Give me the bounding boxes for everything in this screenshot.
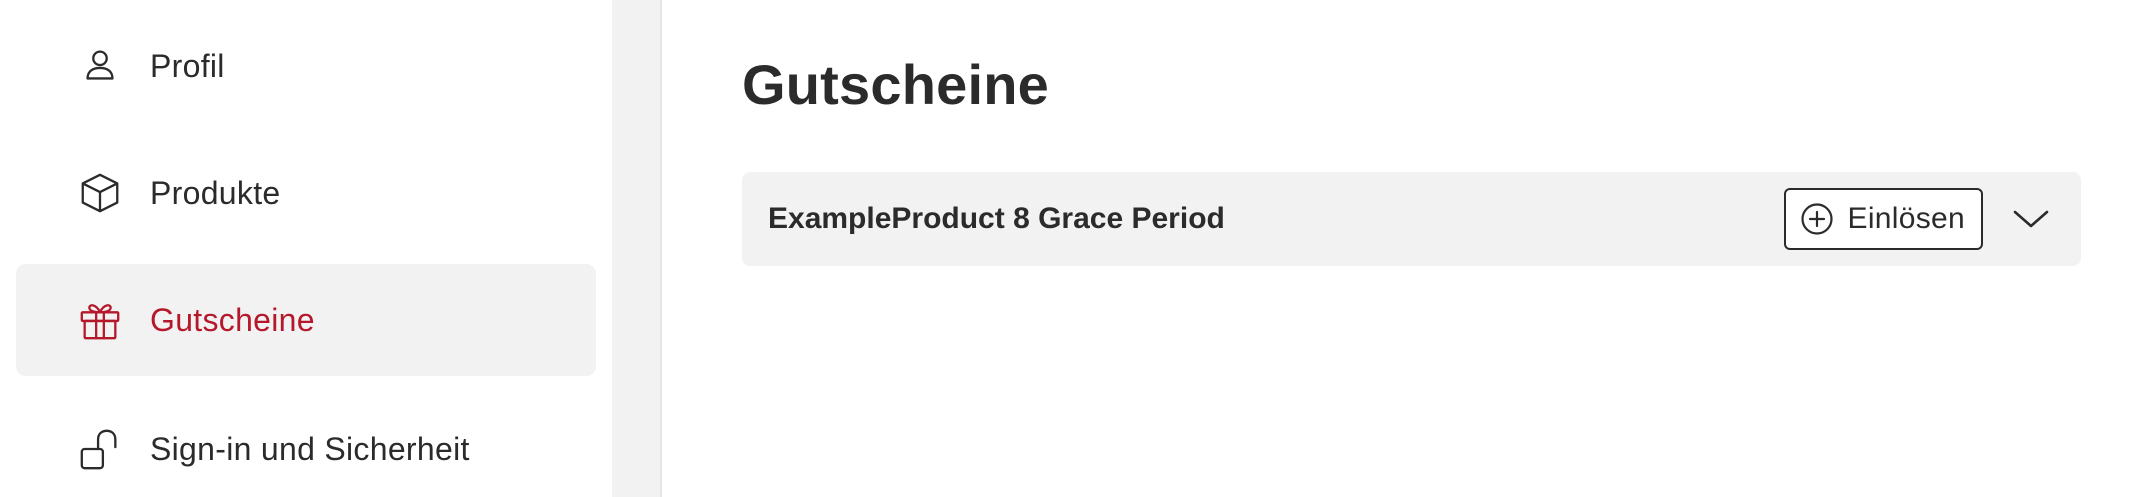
app-window: Profil Produkte Gutscheine Sign-in und S… (0, 0, 2149, 497)
sidebar-item-label: Profil (150, 47, 225, 84)
redeem-button[interactable]: Einlösen (1783, 188, 1983, 250)
sidebar-item-label: Produkte (150, 174, 281, 211)
sidebar: Profil Produkte Gutscheine Sign-in und S… (0, 0, 612, 497)
sidebar-item-profil[interactable]: Profil (16, 10, 596, 122)
sidebar-item-label: Sign-in und Sicherheit (150, 430, 470, 467)
chevron-down-icon[interactable] (2011, 199, 2051, 239)
main-content: Gutscheine ExampleProduct 8 Grace Period… (662, 0, 2149, 497)
sidebar-divider (612, 0, 662, 497)
sidebar-item-sign-in[interactable]: Sign-in und Sicherheit (16, 393, 596, 497)
unlock-icon (76, 425, 124, 473)
user-icon (76, 42, 124, 90)
gift-icon (76, 296, 124, 344)
sidebar-item-produkte[interactable]: Produkte (16, 137, 596, 249)
page-title: Gutscheine (742, 53, 1049, 116)
voucher-name: ExampleProduct 8 Grace Period (768, 202, 1225, 235)
plus-circle-icon (1800, 202, 1834, 236)
sidebar-item-label: Gutscheine (150, 301, 315, 338)
box-icon (76, 169, 124, 217)
voucher-row[interactable]: ExampleProduct 8 Grace Period Einlösen (742, 172, 2081, 266)
redeem-button-label: Einlösen (1847, 202, 1965, 235)
sidebar-item-gutscheine[interactable]: Gutscheine (16, 264, 596, 376)
